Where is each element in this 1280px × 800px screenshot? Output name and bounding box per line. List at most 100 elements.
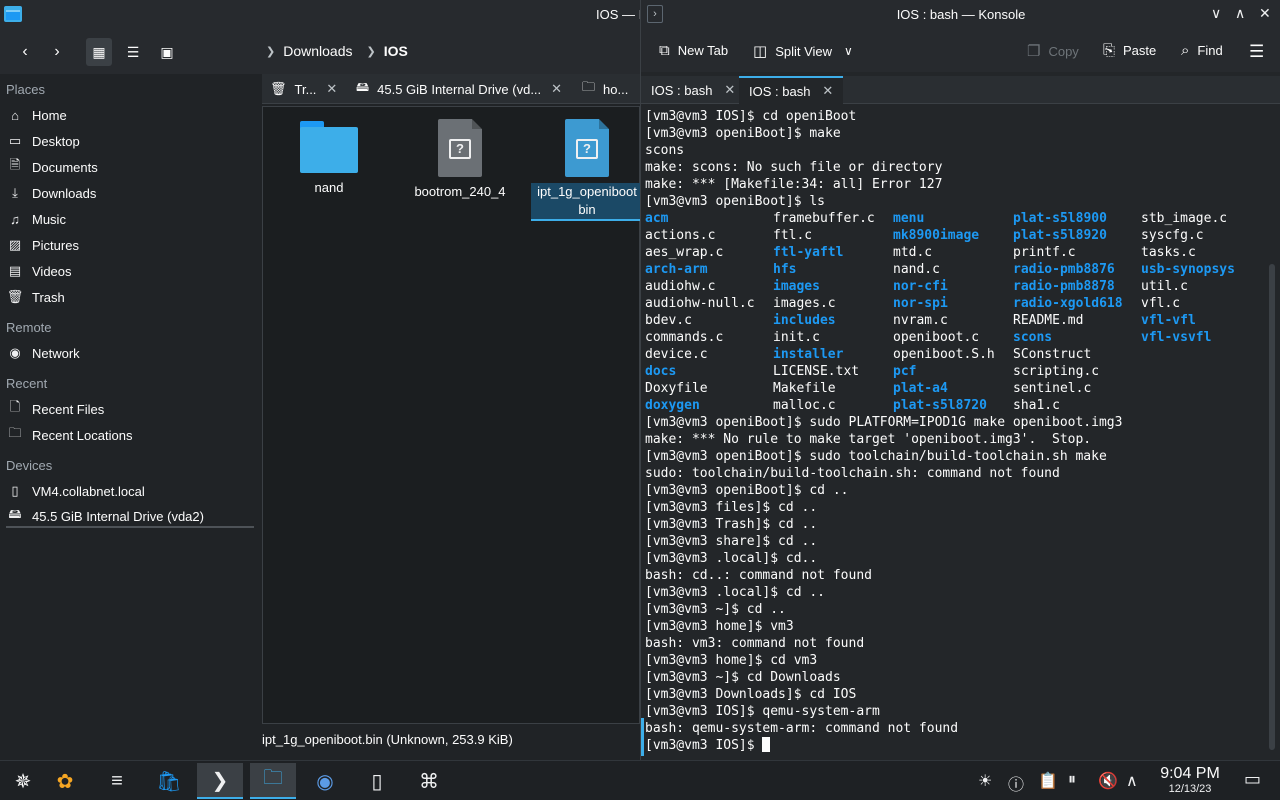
ls-directory-entry: hfs bbox=[773, 262, 797, 277]
tab-ios-bash-1[interactable]: IOS : bash ✕ bbox=[641, 76, 745, 104]
task-dolphin[interactable]: 🗀 bbox=[250, 763, 296, 799]
terminal-line: sudo: toolchain/build-toolchain.sh: comm… bbox=[645, 466, 1060, 481]
ls-directory-entry: nor-cfi bbox=[893, 279, 948, 294]
media-pause-icon[interactable]: ⏸ bbox=[1068, 771, 1076, 789]
sidebar-item-label: Downloads bbox=[32, 185, 97, 201]
paste-button[interactable]: ⎘ Paste bbox=[1103, 42, 1156, 59]
task-konsole[interactable]: ❯ bbox=[197, 763, 243, 799]
terminal-scrollbar[interactable] bbox=[1269, 264, 1275, 750]
compact-view-button[interactable]: ☰ bbox=[120, 38, 146, 66]
grid-view-icon: ▦ bbox=[92, 43, 106, 60]
ls-directory-entry: radio-pmb8876 bbox=[1013, 262, 1115, 277]
sidebar-item-trash[interactable]: 🗑 Trash bbox=[6, 286, 65, 308]
dolphin-titlebar[interactable]: IOS — I bbox=[0, 0, 642, 30]
app-launcher-button[interactable]: ✵ bbox=[0, 763, 46, 799]
close-icon[interactable]: ✕ bbox=[1259, 5, 1271, 22]
sidebar-item-desktop[interactable]: ▭ Desktop bbox=[6, 130, 80, 152]
forward-button[interactable]: › bbox=[46, 38, 68, 66]
breadcrumb-downloads[interactable]: Downloads bbox=[283, 43, 352, 59]
new-tab-icon: ⧉ bbox=[659, 42, 670, 59]
task-chromium[interactable]: ◉ bbox=[302, 763, 348, 799]
terminal-line: [vm3@vm3 ~]$ cd Downloads bbox=[645, 670, 841, 685]
ls-output: acm framebuffer.c menu plat-s5l8900 stb_imag… bbox=[645, 210, 1261, 414]
konsole-titlebar[interactable]: › IOS : bash — Konsole ∨ ∧ ✕ bbox=[641, 0, 1280, 30]
icons-view-button[interactable]: ▦ bbox=[86, 38, 112, 66]
tab-ios-bash-2[interactable]: IOS : bash ✕ bbox=[739, 76, 844, 104]
clock-date: 12/13/23 bbox=[1168, 783, 1212, 795]
file-item-nand[interactable]: nand bbox=[275, 121, 383, 197]
close-icon[interactable]: ✕ bbox=[822, 83, 833, 99]
sidebar-item-label: 45.5 GiB Internal Drive (vda2) bbox=[32, 508, 204, 524]
tab-home[interactable]: 🗀 ho... bbox=[582, 74, 640, 104]
drive-icon: 🖴 bbox=[8, 506, 22, 521]
tab-trash[interactable]: 🗑 Tr... ✕ bbox=[270, 74, 350, 104]
breadcrumb-ios[interactable]: IOS bbox=[384, 43, 408, 59]
ls-directory-entry: vfl-vfl bbox=[1141, 313, 1196, 328]
file-item-ipt-1g-openiboot[interactable]: ? ipt_1g_openiboot bin bbox=[531, 119, 643, 221]
clipboard-icon[interactable]: 📋 bbox=[1038, 771, 1058, 791]
close-icon[interactable]: ✕ bbox=[326, 81, 337, 97]
clock[interactable]: 9:04 PM 12/13/23 bbox=[1154, 765, 1226, 796]
hamburger-menu-icon: ☰ bbox=[1249, 42, 1265, 61]
ls-directory-entry: acm bbox=[645, 211, 669, 226]
new-tab-button[interactable]: ⧉ New Tab bbox=[659, 42, 728, 59]
ls-directory-entry: plat-s5l8720 bbox=[893, 398, 987, 413]
terminal-prompt-line[interactable]: [vm3@vm3 IOS]$ bbox=[645, 737, 1261, 754]
tab-internal-drive[interactable]: 🖴 45.5 GiB Internal Drive (vd... ✕ bbox=[356, 74, 578, 104]
sidebar-item-documents[interactable]: 🗎 Documents bbox=[6, 156, 98, 178]
system-settings-button[interactable]: ≡ bbox=[94, 763, 140, 799]
task-window-switcher[interactable]: ⌘ bbox=[406, 763, 452, 799]
sidebar-item-recent-locations[interactable]: 🗀 Recent Locations bbox=[6, 424, 132, 446]
chevron-right-icon: › bbox=[54, 43, 60, 60]
back-button[interactable]: ‹ bbox=[14, 38, 36, 66]
sidebar-item-network[interactable]: ◉ Network bbox=[6, 342, 79, 364]
details-view-button[interactable]: ▣ bbox=[154, 38, 180, 66]
close-icon[interactable]: ✕ bbox=[551, 81, 562, 97]
dolphin-toolbar: ‹ › ▦ ☰ ▣ ❯ Downloads ❯ IOS bbox=[0, 30, 640, 74]
find-button[interactable]: ⌕ Find bbox=[1181, 42, 1223, 59]
ls-directory-entry: nor-spi bbox=[893, 296, 948, 311]
split-view-button[interactable]: ◫ Split View ∨ bbox=[753, 42, 853, 60]
ls-directory-entry: arch-arm bbox=[645, 262, 708, 277]
ls-file-entry: sha1.c bbox=[1013, 398, 1060, 413]
maximize-icon[interactable]: ∧ bbox=[1235, 5, 1245, 22]
menu-button[interactable]: ☰ bbox=[1249, 42, 1264, 62]
recent-locations-icon: 🗀 bbox=[8, 425, 22, 440]
task-usb-app[interactable]: ▯ bbox=[354, 763, 400, 799]
dolphin-window: IOS — I ‹ › ▦ ☰ ▣ ❯ Downloads ❯ IOS Plac… bbox=[0, 0, 643, 760]
notifications-icon[interactable]: ☀ bbox=[978, 771, 992, 791]
sidebar-item-videos[interactable]: ▤ Videos bbox=[6, 260, 72, 282]
sidebar-item-vm4[interactable]: ▯ VM4.collabnet.local bbox=[6, 480, 144, 502]
file-item-bootrom[interactable]: ? bootrom_240_4 bbox=[405, 119, 515, 201]
sidebar-item-music[interactable]: ♫ Music bbox=[6, 208, 66, 230]
close-icon[interactable]: ✕ bbox=[724, 82, 735, 98]
drive-icon: 🖴 bbox=[356, 79, 370, 94]
ls-directory-entry: radio-xgold618 bbox=[1013, 296, 1123, 311]
ls-file-entry: SConstruct bbox=[1013, 347, 1092, 362]
terminal-output[interactable]: [vm3@vm3 IOS]$ cd openiBoot [vm3@vm3 open… bbox=[645, 108, 1261, 756]
minimize-icon[interactable]: ∨ bbox=[1211, 5, 1221, 22]
ls-directory-entry: mk8900image bbox=[893, 228, 980, 243]
copy-button[interactable]: ❐ Copy bbox=[1027, 42, 1079, 60]
sidebar-item-pictures[interactable]: ▨ Pictures bbox=[6, 234, 79, 256]
ls-directory-entry: plat-s5l8900 bbox=[1013, 211, 1107, 226]
volume-muted-icon[interactable]: 🔇 bbox=[1098, 771, 1118, 791]
sidebar-item-downloads[interactable]: ⤓ Downloads bbox=[6, 182, 96, 204]
trash-icon: 🗑 bbox=[6, 289, 24, 304]
updates-icon[interactable]: ⓘ bbox=[1008, 771, 1024, 795]
sidebar-item-recent-files[interactable]: 🗋 Recent Files bbox=[6, 398, 104, 420]
sidebar-item-home[interactable]: ⌂ Home bbox=[6, 104, 67, 126]
ls-file-entry: vfl.c bbox=[1141, 296, 1181, 311]
show-desktop-icon[interactable]: ▭ bbox=[1244, 769, 1261, 790]
trash-icon: 🗑 bbox=[270, 81, 287, 96]
paste-icon: ⎘ bbox=[1103, 42, 1116, 59]
ls-directory-entry: plat-s5l8920 bbox=[1013, 228, 1107, 243]
discover-button[interactable]: 🛍 bbox=[146, 763, 192, 799]
terminal-line: [vm3@vm3 ~]$ cd .. bbox=[645, 602, 786, 617]
file-view[interactable]: nand ? bootrom_240_4 ? ipt_1g_openiboot b… bbox=[262, 106, 643, 724]
task-app-button[interactable]: ✿ bbox=[42, 763, 88, 799]
chevron-up-icon[interactable]: ∧ bbox=[1126, 771, 1138, 791]
sidebar-item-internal-drive[interactable]: 🖴 45.5 GiB Internal Drive (vda2) bbox=[6, 506, 254, 528]
documents-icon: 🗎 bbox=[9, 157, 21, 172]
terminal-line: [vm3@vm3 files]$ cd .. bbox=[645, 500, 818, 515]
